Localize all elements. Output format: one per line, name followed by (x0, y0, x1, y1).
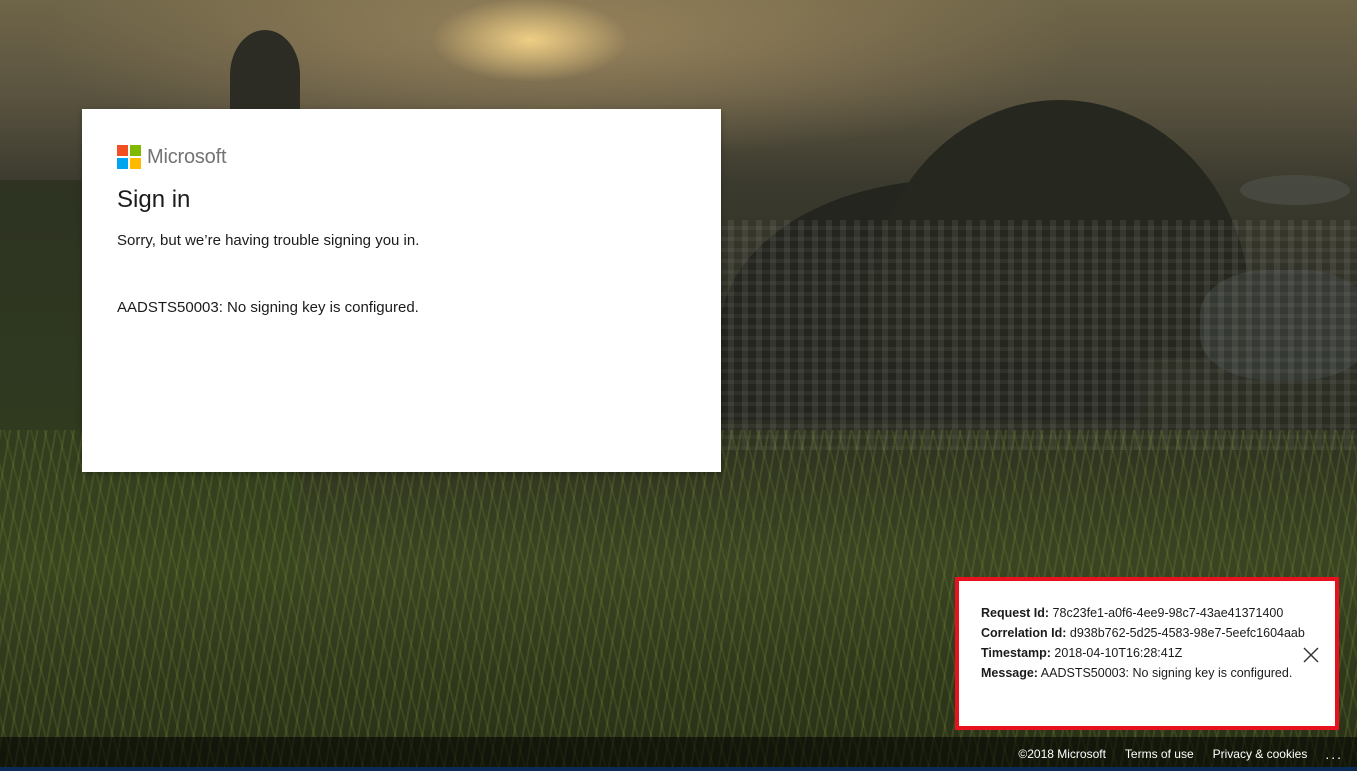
background-peak (230, 30, 300, 120)
more-options-icon[interactable]: ... (1325, 746, 1343, 762)
page-title: Sign in (117, 186, 191, 213)
error-description: Sorry, but we’re having trouble signing … (117, 232, 420, 249)
message-row: Message: AADSTS50003: No signing key is … (981, 663, 1306, 683)
timestamp-label: Timestamp: (981, 646, 1051, 660)
logo-square-green (130, 145, 141, 156)
microsoft-logo: Microsoft (117, 145, 227, 169)
request-id-row: Request Id: 78c23fe1-a0f6-4ee9-98c7-43ae… (981, 603, 1306, 623)
logo-square-blue (117, 158, 128, 169)
message-value: AADSTS50003: No signing key is configure… (1040, 666, 1293, 680)
message-label: Message: (981, 666, 1038, 680)
correlation-id-value: d938b762-5d25-4583-98e7-5eefc1604aab (1069, 626, 1305, 640)
background-city (700, 220, 1357, 450)
logo-square-red (117, 145, 128, 156)
footer: ©2018 Microsoft Terms of use Privacy & c… (0, 737, 1357, 771)
microsoft-logo-icon (117, 145, 141, 169)
close-icon (1303, 647, 1319, 663)
correlation-id-label: Correlation Id: (981, 626, 1067, 640)
correlation-id-row: Correlation Id: d938b762-5d25-4583-98e7-… (981, 623, 1306, 643)
logo-square-yellow (130, 158, 141, 169)
troubleshooting-details-panel: Request Id: 78c23fe1-a0f6-4ee9-98c7-43ae… (955, 577, 1339, 730)
request-id-label: Request Id: (981, 606, 1050, 620)
logo-text: Microsoft (147, 145, 227, 168)
window-bottom-edge (0, 767, 1357, 771)
timestamp-value: 2018-04-10T16:28:41Z (1054, 646, 1183, 660)
close-details-button[interactable] (1301, 645, 1321, 665)
sign-in-card: Microsoft Sign in Sorry, but we’re havin… (82, 109, 721, 472)
error-code-message: AADSTS50003: No signing key is configure… (117, 299, 419, 316)
terms-of-use-link[interactable]: Terms of use (1125, 747, 1194, 761)
details-content[interactable]: Request Id: 78c23fe1-a0f6-4ee9-98c7-43ae… (981, 603, 1306, 683)
timestamp-row: Timestamp: 2018-04-10T16:28:41Z (981, 643, 1306, 663)
privacy-cookies-link[interactable]: Privacy & cookies (1213, 747, 1308, 761)
copyright-text: ©2018 Microsoft (1018, 747, 1106, 761)
background-lake (1240, 175, 1350, 205)
request-id-value: 78c23fe1-a0f6-4ee9-98c7-43ae41371400 (1052, 606, 1284, 620)
